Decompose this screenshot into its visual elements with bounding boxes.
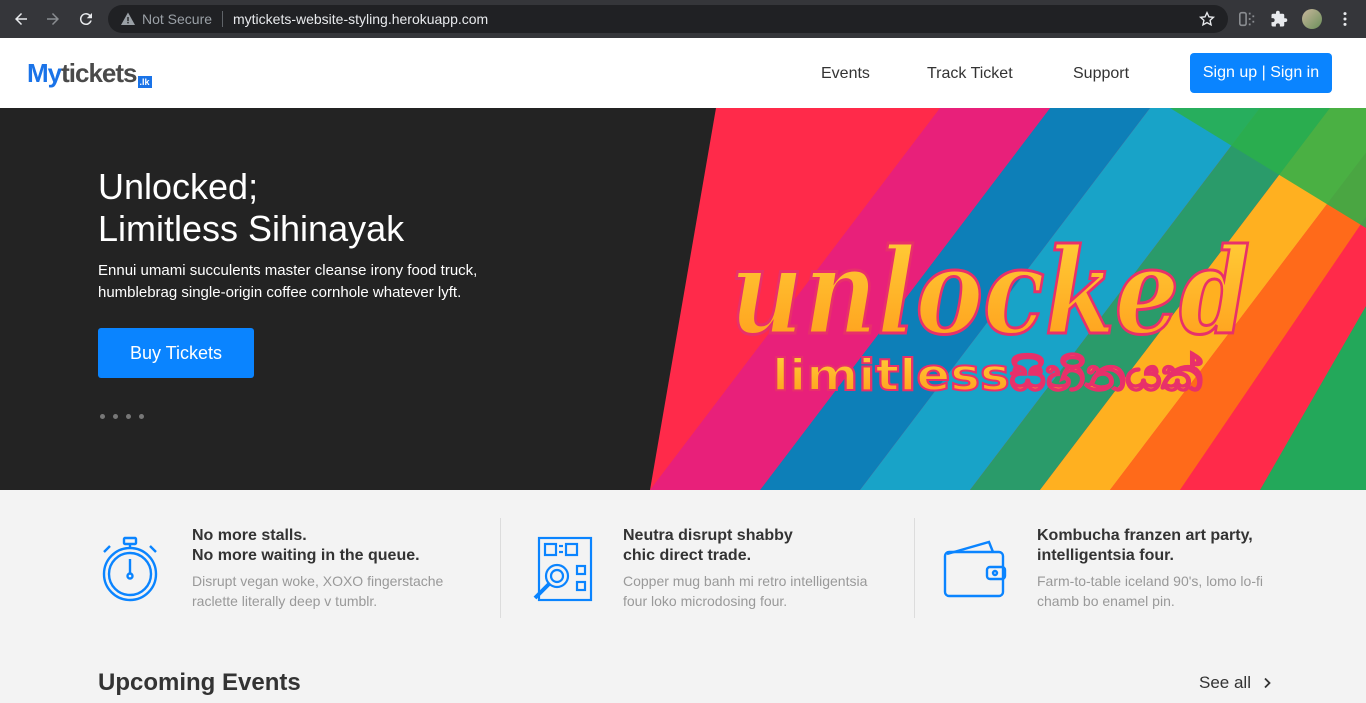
- url-text[interactable]: mytickets-website-styling.herokuapp.com: [233, 11, 488, 27]
- star-icon[interactable]: [1198, 10, 1216, 28]
- feature-divider: [914, 518, 915, 618]
- nav-track-ticket[interactable]: Track Ticket: [927, 64, 1013, 84]
- carousel-dot[interactable]: [113, 414, 118, 419]
- menu-icon[interactable]: [1335, 9, 1355, 29]
- security-label: Not Secure: [142, 11, 213, 27]
- site-header: Mytickets .lk Events Track Ticket Support…: [0, 38, 1366, 108]
- browser-toolbar: Not Secure mytickets-website-styling.her…: [0, 0, 1366, 38]
- wallet-icon: [943, 540, 1007, 598]
- feature-title-line1: No more stalls.: [192, 527, 307, 544]
- feature-title-line2: intelligentsia four.: [1037, 547, 1174, 564]
- hero-description: Ennui umami succulents master cleanse ir…: [98, 262, 478, 301]
- feature-desc-line2: chamb bo enamel pin.: [1037, 593, 1175, 609]
- hero-art-word: unlocked: [730, 222, 1250, 361]
- logo-my: My: [27, 58, 62, 88]
- carousel-dot[interactable]: [126, 414, 131, 419]
- logo-tld: .lk: [137, 76, 152, 88]
- carousel-indicators: [100, 414, 144, 419]
- feature-title-line2: chic direct trade.: [623, 547, 752, 564]
- feature-title-line1: Kombucha franzen art party,: [1037, 527, 1253, 544]
- feature-description: Farm-to-table iceland 90's, lomo lo-fi c…: [1037, 571, 1263, 611]
- feature-title: Neutra disrupt shabby chic direct trade.: [623, 526, 793, 566]
- hero-title: Unlocked; Limitless Sihinayak: [98, 166, 404, 250]
- logo-tickets: tickets: [61, 58, 137, 88]
- forward-icon[interactable]: [41, 7, 65, 31]
- carousel-dot[interactable]: [100, 414, 105, 419]
- qr-scan-icon: [533, 536, 593, 602]
- reload-icon[interactable]: [74, 7, 98, 31]
- feature-desc-line1: Disrupt vegan woke, XOXO fingerstache: [192, 573, 444, 589]
- chevron-right-icon: [1264, 677, 1271, 689]
- hero-banner: unlocked limitlessසිහිනයක් Unlocked; Lim…: [0, 108, 1366, 490]
- features-section: No more stalls. No more waiting in the q…: [0, 490, 1366, 640]
- carousel-dot[interactable]: [139, 414, 144, 419]
- feature-item: No more stalls. No more waiting in the q…: [98, 518, 478, 618]
- back-icon[interactable]: [9, 7, 33, 31]
- omnibox-divider: [222, 11, 223, 27]
- feature-title: No more stalls. No more waiting in the q…: [192, 526, 420, 566]
- address-bar[interactable]: Not Secure mytickets-website-styling.her…: [108, 5, 1228, 33]
- hero-title-line1: Unlocked;: [98, 166, 259, 207]
- avatar[interactable]: [1302, 9, 1322, 29]
- sign-up-sign-in-button[interactable]: Sign up | Sign in: [1190, 53, 1332, 93]
- feature-desc-line1: Copper mug banh mi retro intelligentsia: [623, 573, 868, 589]
- see-all-link[interactable]: See all: [1199, 673, 1273, 693]
- nav-events[interactable]: Events: [821, 64, 870, 84]
- warning-icon: [121, 12, 135, 25]
- buy-tickets-button[interactable]: Buy Tickets: [98, 328, 254, 378]
- extension-icon[interactable]: [1237, 9, 1257, 29]
- feature-title-line2: No more waiting in the queue.: [192, 547, 420, 564]
- hero-title-line2: Limitless Sihinayak: [98, 208, 405, 249]
- nav-support[interactable]: Support: [1073, 64, 1129, 84]
- feature-description: Copper mug banh mi retro intelligentsia …: [623, 571, 867, 611]
- stopwatch-icon: [102, 536, 158, 602]
- feature-item: Neutra disrupt shabby chic direct trade.…: [529, 518, 899, 618]
- feature-item: Kombucha franzen art party, intelligents…: [943, 518, 1323, 618]
- feature-title: Kombucha franzen art party, intelligents…: [1037, 526, 1253, 566]
- hero-art-subtitle: limitlessසිහිනයක්: [772, 350, 1202, 401]
- logo[interactable]: Mytickets .lk: [27, 58, 152, 88]
- feature-title-line1: Neutra disrupt shabby: [623, 527, 793, 544]
- puzzle-icon[interactable]: [1269, 9, 1289, 29]
- feature-desc-line2: four loko microdosing four.: [623, 593, 788, 609]
- feature-description: Disrupt vegan woke, XOXO fingerstache ra…: [192, 571, 443, 611]
- see-all-label: See all: [1199, 673, 1251, 692]
- feature-divider: [500, 518, 501, 618]
- feature-desc-line2: raclette literally deep v tumblr.: [192, 593, 378, 609]
- upcoming-events-title: Upcoming Events: [98, 669, 301, 696]
- feature-desc-line1: Farm-to-table iceland 90's, lomo lo-fi: [1037, 573, 1263, 589]
